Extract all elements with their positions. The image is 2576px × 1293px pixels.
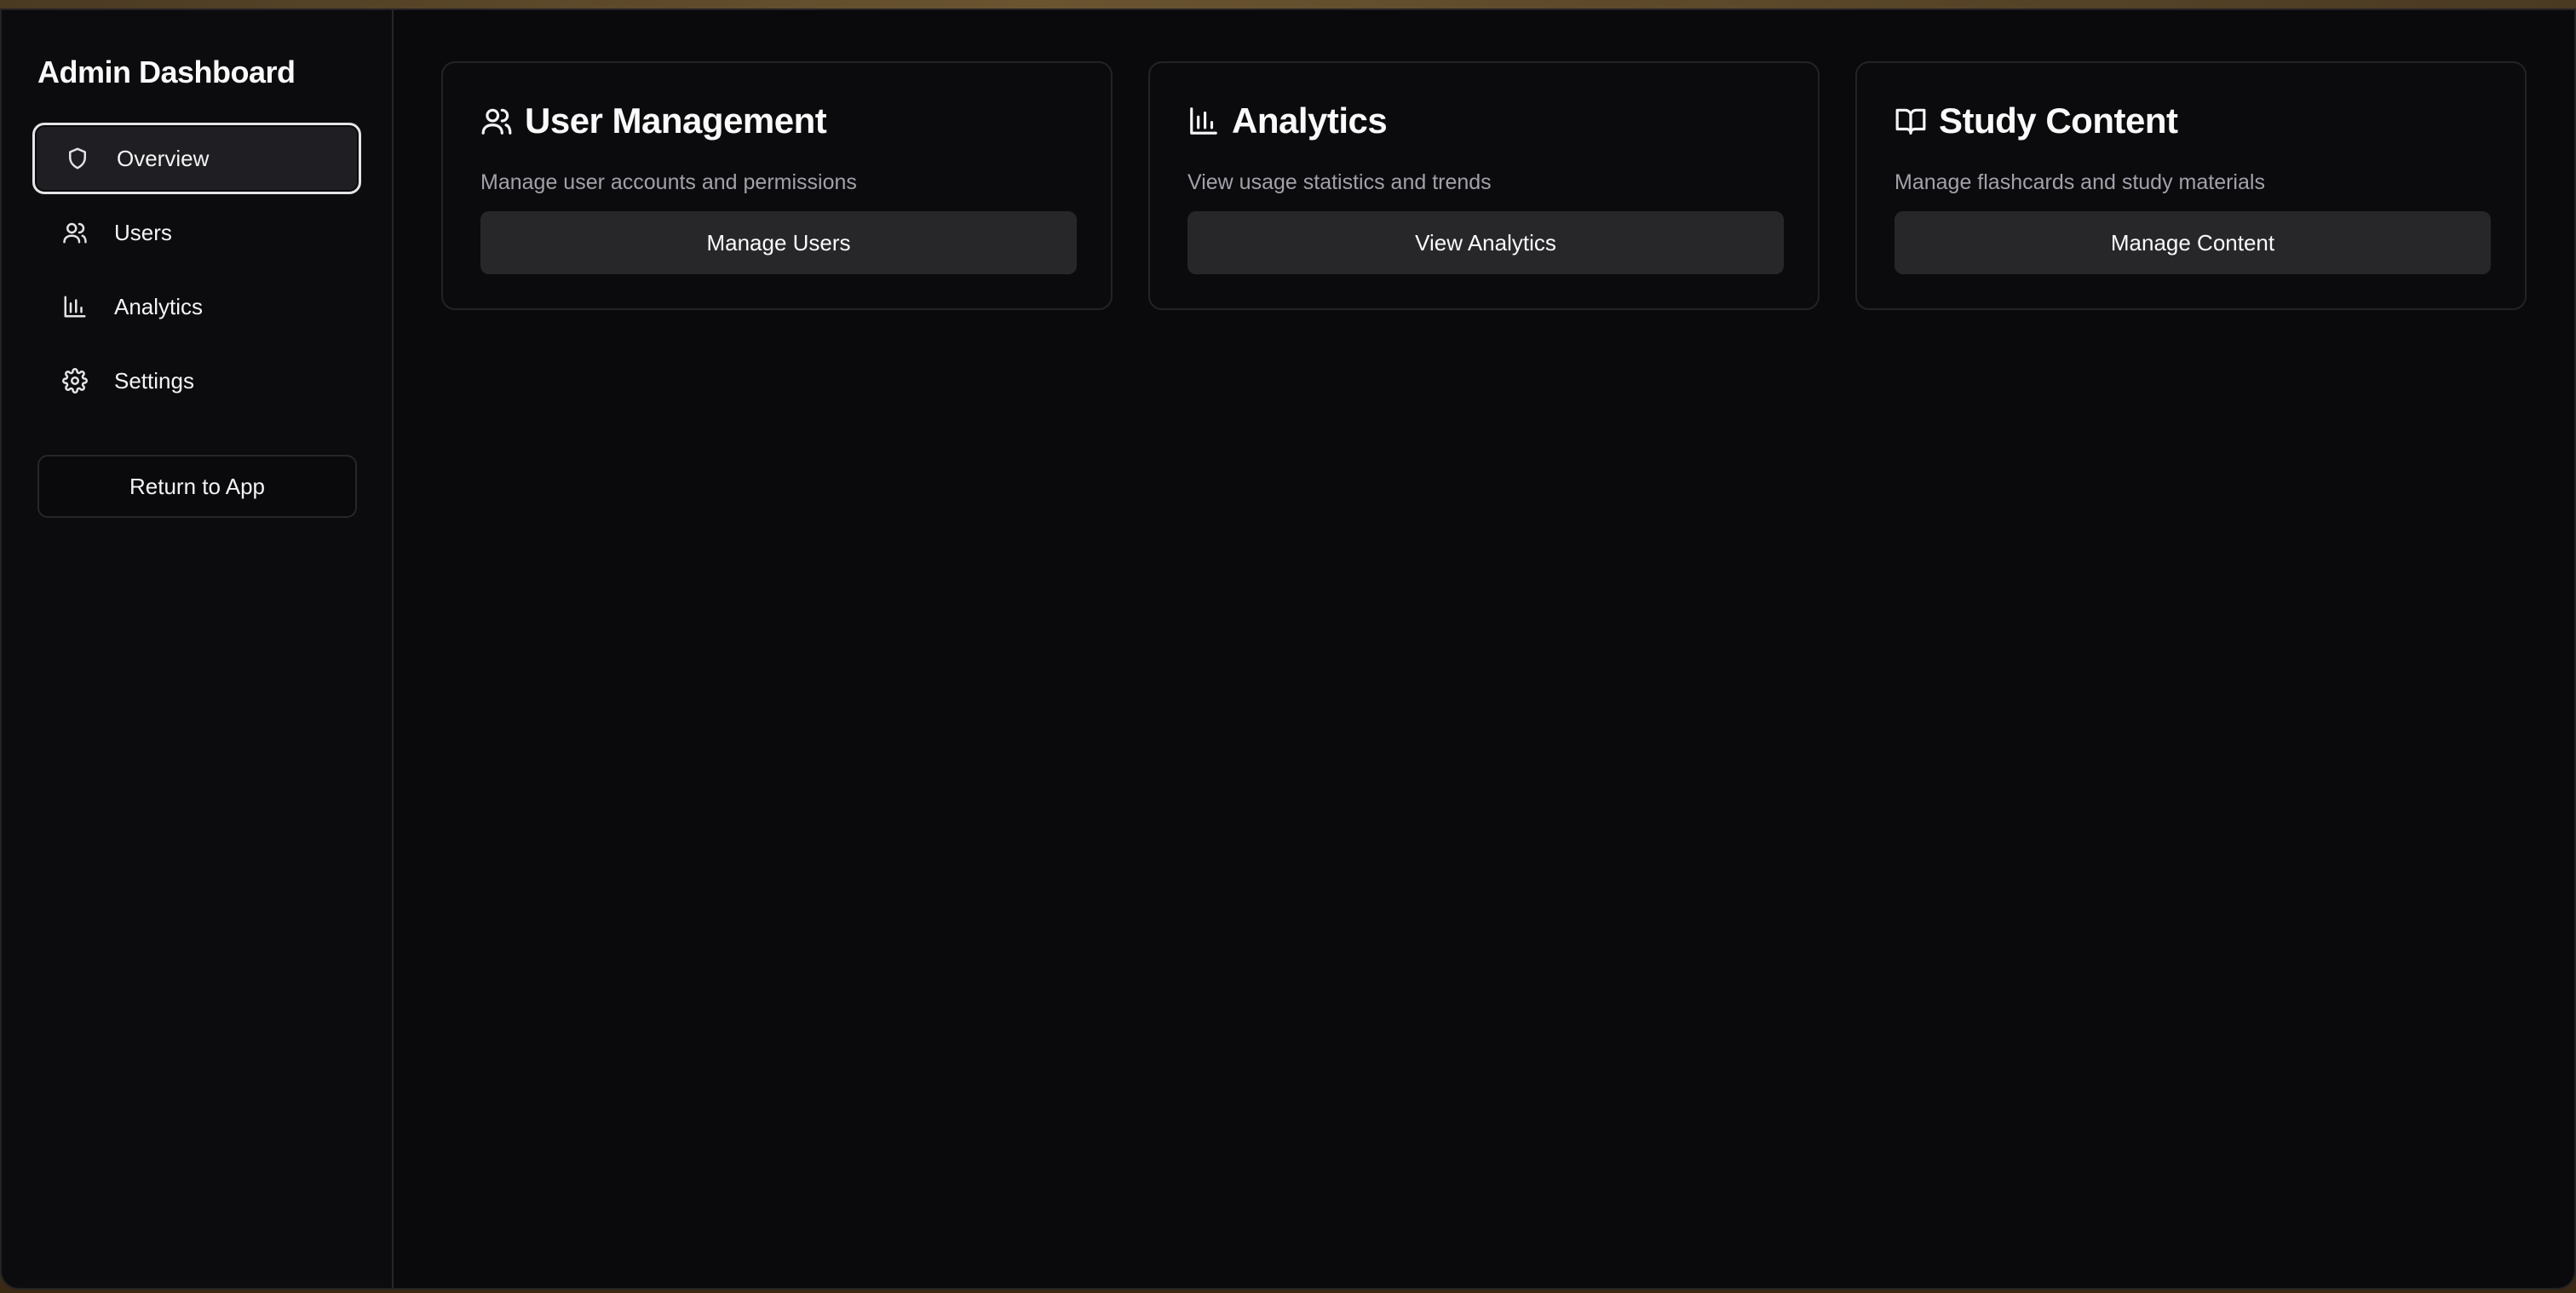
bar-chart-icon — [61, 293, 89, 320]
sidebar-item-users[interactable]: Users — [32, 197, 361, 268]
gear-icon — [61, 367, 89, 394]
sidebar-item-label: Settings — [114, 367, 194, 394]
card-header: Study Content — [1895, 101, 2178, 141]
users-icon — [481, 108, 512, 135]
app-window: Admin Dashboard Overview Users Analytics — [0, 9, 2576, 1290]
sidebar: Admin Dashboard Overview Users Analytics — [2, 10, 394, 1288]
sidebar-item-label: Users — [114, 219, 172, 245]
card-title: User Management — [525, 101, 827, 141]
sidebar-nav: Overview Users Analytics Settings — [32, 123, 361, 419]
card-description: Manage user accounts and permissions — [480, 170, 857, 194]
card-analytics: Analytics View usage statistics and tren… — [1148, 61, 1820, 310]
sidebar-item-label: Analytics — [114, 293, 204, 319]
window-top-edge — [0, 0, 2576, 9]
users-icon — [61, 219, 89, 246]
card-description: Manage flashcards and study materials — [1895, 170, 2265, 194]
main-content: User Management Manage user accounts and… — [394, 10, 2574, 1288]
sidebar-title: Admin Dashboard — [37, 55, 296, 89]
card-title: Study Content — [1939, 101, 2178, 141]
return-to-app-button[interactable]: Return to App — [37, 455, 357, 518]
manage-content-button[interactable]: Manage Content — [1895, 211, 2491, 274]
shield-icon — [64, 145, 91, 172]
card-study-content: Study Content Manage flashcards and stud… — [1855, 61, 2527, 310]
sidebar-item-label: Overview — [117, 145, 210, 171]
sidebar-item-analytics[interactable]: Analytics — [32, 271, 361, 342]
view-analytics-button[interactable]: View Analytics — [1187, 211, 1784, 274]
bar-chart-icon — [1190, 107, 1217, 135]
card-description: View usage statistics and trends — [1187, 170, 1492, 194]
sidebar-item-settings[interactable]: Settings — [32, 345, 361, 417]
manage-users-button[interactable]: Manage Users — [480, 211, 1077, 274]
card-title: Analytics — [1232, 101, 1388, 141]
sidebar-item-overview[interactable]: Overview — [32, 123, 361, 194]
card-user-management: User Management Manage user accounts and… — [441, 61, 1113, 310]
card-header: Analytics — [1187, 101, 1388, 141]
card-header: User Management — [480, 101, 827, 141]
book-open-icon — [1895, 108, 1926, 135]
